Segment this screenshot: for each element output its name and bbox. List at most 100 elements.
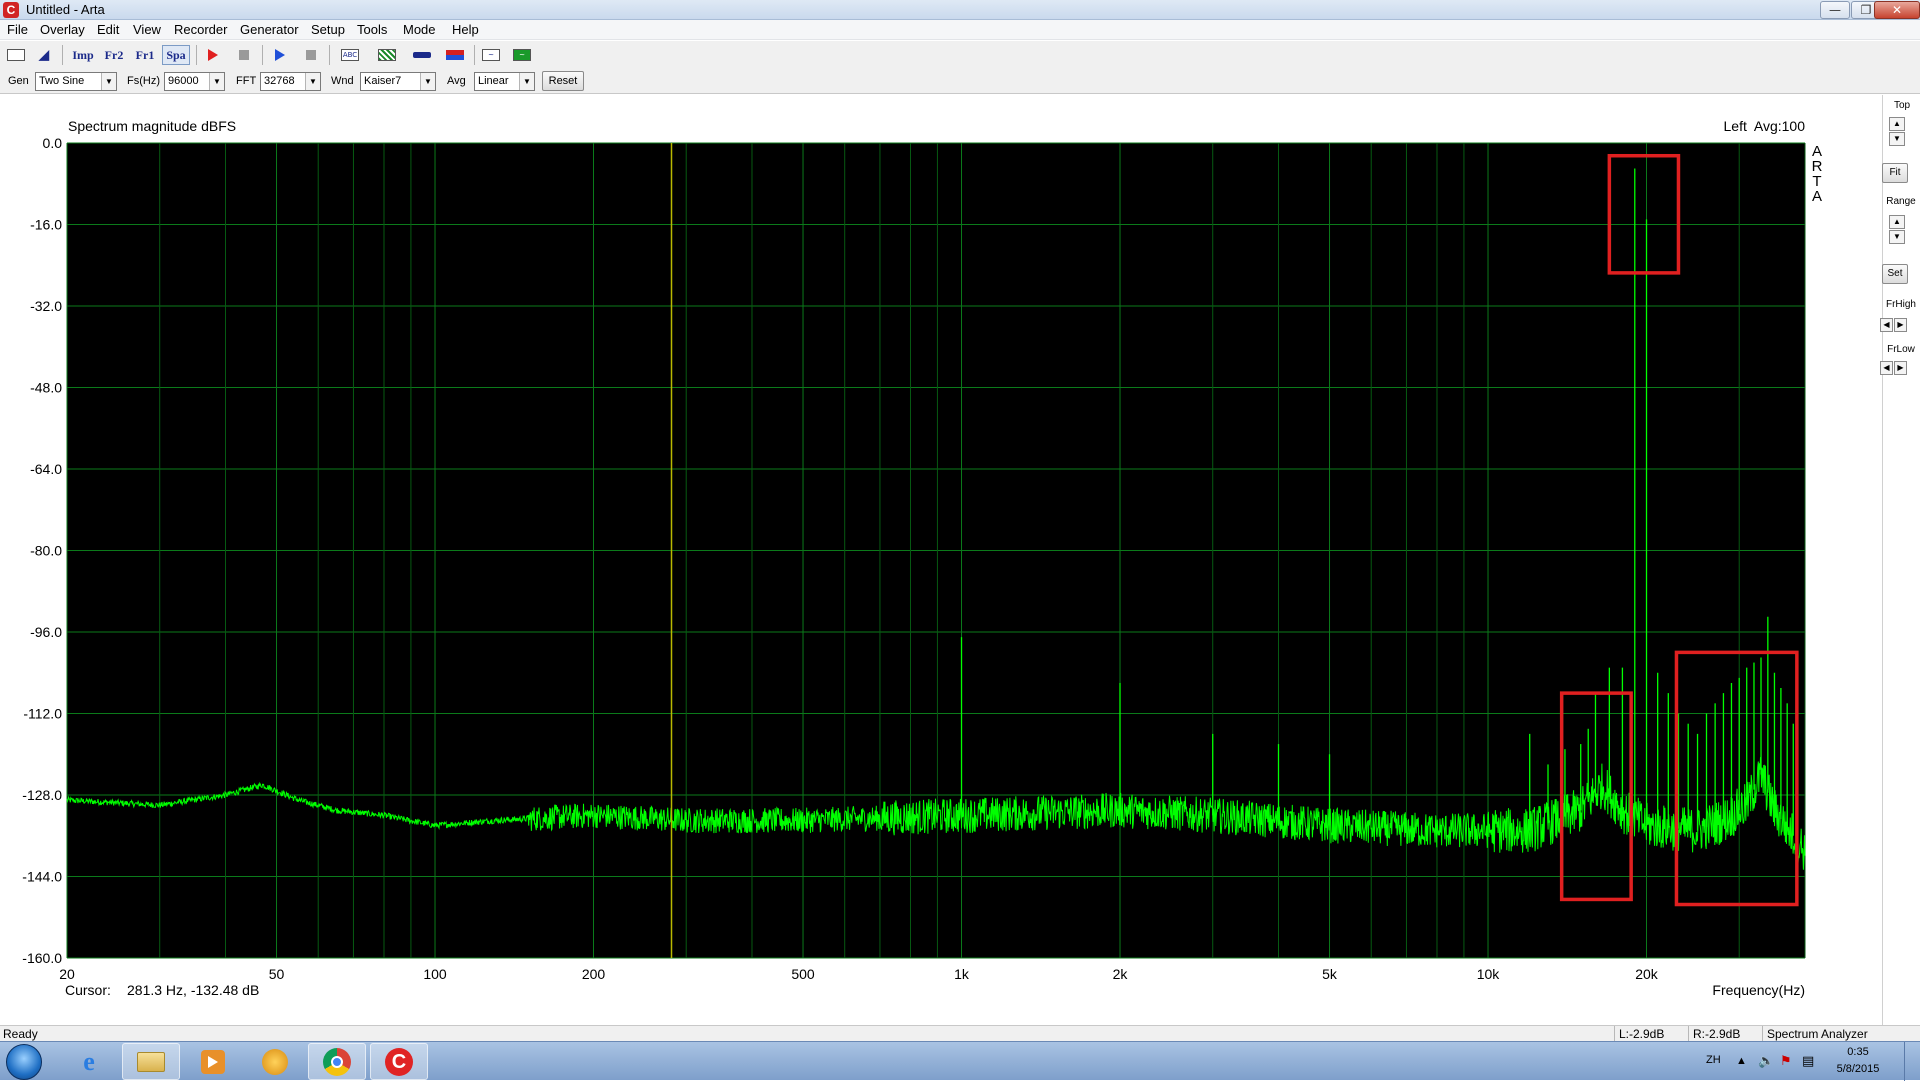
averaging-select[interactable]: Linear ▼: [474, 72, 535, 91]
y-axis-ticks: 0.0 -16.0 -32.0 -48.0 -64.0 -80.0 -96.0 -112.0 -…: [22, 135, 62, 966]
y-tick-label: -48.0: [30, 380, 62, 396]
stop-icon: [239, 50, 249, 60]
x-tick-label: 20: [59, 966, 75, 982]
window-title: Untitled - Arta: [26, 2, 105, 17]
volume-icon[interactable]: 🔈: [1758, 1053, 1774, 1069]
calibration-icon: [378, 49, 396, 61]
file-explorer-icon[interactable]: [122, 1043, 180, 1080]
plot-title: Spectrum magnitude dBFS: [68, 118, 236, 134]
y-tick-label: -16.0: [30, 217, 62, 233]
x-axis-ticks: 20 50 100 200 500 1k 2k 5k 10k 20k: [59, 966, 1659, 982]
x-tick-label: 500: [791, 966, 815, 982]
close-button[interactable]: ✕: [1874, 1, 1920, 19]
frhigh-left-button[interactable]: ◀: [1880, 318, 1893, 332]
set-button[interactable]: Set: [1882, 264, 1908, 284]
scope-button[interactable]: ~: [479, 45, 503, 65]
arta-taskbar-icon[interactable]: C: [370, 1043, 428, 1080]
menu-help[interactable]: Help: [452, 22, 479, 37]
language-indicator[interactable]: ZH: [1706, 1054, 1721, 1066]
fit-button[interactable]: Fit: [1882, 163, 1908, 183]
fr1-mode-button[interactable]: Fr1: [131, 45, 159, 65]
menu-view[interactable]: View: [133, 22, 161, 37]
menu-file[interactable]: File: [7, 22, 28, 37]
spa-mode-button[interactable]: Spa: [162, 45, 190, 65]
minimize-button[interactable]: —: [1820, 1, 1850, 19]
media-player-icon[interactable]: [184, 1043, 242, 1080]
generator-play-button[interactable]: [268, 45, 292, 65]
menu-setup[interactable]: Setup: [311, 22, 345, 37]
status-bar: Ready L:-2.9dB R:-2.9dB Spectrum Analyze…: [0, 1025, 1920, 1042]
chevron-down-icon: ▼: [519, 73, 534, 90]
action-center-icon[interactable]: ⚑: [1780, 1053, 1792, 1069]
menu-recorder[interactable]: Recorder: [174, 22, 227, 37]
spectrum-plot-panel: Spectrum magnitude dBFS Left Avg:100 0.0…: [0, 95, 1882, 1025]
sample-rate-select[interactable]: 96000 ▼: [164, 72, 225, 91]
window-label: Wnd: [331, 75, 354, 87]
top-down-button[interactable]: ▼: [1889, 132, 1905, 146]
probe-button[interactable]: [410, 45, 434, 65]
x-tick-label: 10k: [1477, 966, 1501, 982]
finder-app-icon[interactable]: [246, 1043, 304, 1080]
toolbar-separator: [262, 45, 263, 65]
chrome-icon[interactable]: [308, 1043, 366, 1080]
y-tick-label: -32.0: [30, 298, 62, 314]
x-tick-label: 100: [423, 966, 447, 982]
y-tick-label: 0.0: [43, 135, 63, 151]
spectrum-icon: ~: [513, 49, 531, 61]
frhigh-right-button[interactable]: ▶: [1894, 318, 1907, 332]
cursor-label: Cursor:: [65, 982, 111, 998]
gen-label: Gen: [8, 75, 29, 87]
impulse-mode-button[interactable]: Imp: [69, 45, 97, 65]
show-desktop-button[interactable]: [1904, 1042, 1920, 1081]
record-stop-button[interactable]: [232, 45, 256, 65]
fft-size-select[interactable]: 32768 ▼: [260, 72, 321, 91]
clock-date[interactable]: 5/8/2015: [1832, 1063, 1884, 1075]
x-tick-label: 1k: [954, 966, 970, 982]
y-tick-label: -80.0: [30, 543, 62, 559]
generator-stop-button[interactable]: [299, 45, 323, 65]
show-hidden-icons[interactable]: ▲: [1736, 1055, 1747, 1067]
top-up-button[interactable]: ▲: [1889, 117, 1905, 131]
left-level-status: L:-2.9dB: [1614, 1026, 1686, 1042]
abc-icon: ABC: [341, 49, 359, 61]
level-button[interactable]: [443, 45, 467, 65]
spectrum-view-button[interactable]: ~: [510, 45, 534, 65]
range-up-button[interactable]: ▲: [1889, 215, 1905, 229]
menu-edit[interactable]: Edit: [97, 22, 119, 37]
menu-generator[interactable]: Generator: [240, 22, 299, 37]
arta-letter: A: [1812, 188, 1822, 205]
chevron-down-icon: ▼: [305, 73, 320, 90]
menu-mode[interactable]: Mode: [403, 22, 436, 37]
title-bar: C Untitled - Arta — ❐ ✕: [0, 0, 1920, 20]
pointer-icon: ◢: [39, 47, 49, 62]
reset-button[interactable]: Reset: [542, 71, 584, 91]
arta-app-icon: C: [3, 2, 19, 18]
new-file-button[interactable]: [4, 45, 28, 65]
open-file-button[interactable]: ◢: [32, 45, 56, 65]
abc-button[interactable]: ABC: [338, 45, 362, 65]
y-tick-label: -96.0: [30, 624, 62, 640]
averaging-value: Linear: [478, 75, 509, 87]
frlow-left-button[interactable]: ◀: [1880, 361, 1893, 375]
fr2-mode-button[interactable]: Fr2: [100, 45, 128, 65]
range-down-button[interactable]: ▼: [1889, 230, 1905, 244]
calibrate-button[interactable]: [375, 45, 399, 65]
y-tick-label: -160.0: [22, 950, 62, 966]
right-level-status: R:-2.9dB: [1688, 1026, 1760, 1042]
y-tick-label: -144.0: [22, 869, 62, 885]
menu-tools[interactable]: Tools: [357, 22, 387, 37]
spectrum-plot[interactable]: Spectrum magnitude dBFS Left Avg:100 0.0…: [0, 95, 1882, 1025]
stop-icon: [306, 50, 316, 60]
generator-value: Two Sine: [39, 75, 85, 87]
network-icon[interactable]: ▤: [1802, 1053, 1814, 1069]
start-button[interactable]: [6, 1044, 42, 1080]
generator-select[interactable]: Two Sine ▼: [35, 72, 117, 91]
clock-time[interactable]: 0:35: [1832, 1046, 1884, 1058]
window-select[interactable]: Kaiser7 ▼: [360, 72, 436, 91]
record-button[interactable]: [201, 45, 225, 65]
frlow-right-button[interactable]: ▶: [1894, 361, 1907, 375]
internet-explorer-icon[interactable]: e: [60, 1043, 118, 1080]
menu-overlay[interactable]: Overlay: [40, 22, 85, 37]
toolbar-separator: [329, 45, 330, 65]
y-tick-label: -64.0: [30, 461, 62, 477]
